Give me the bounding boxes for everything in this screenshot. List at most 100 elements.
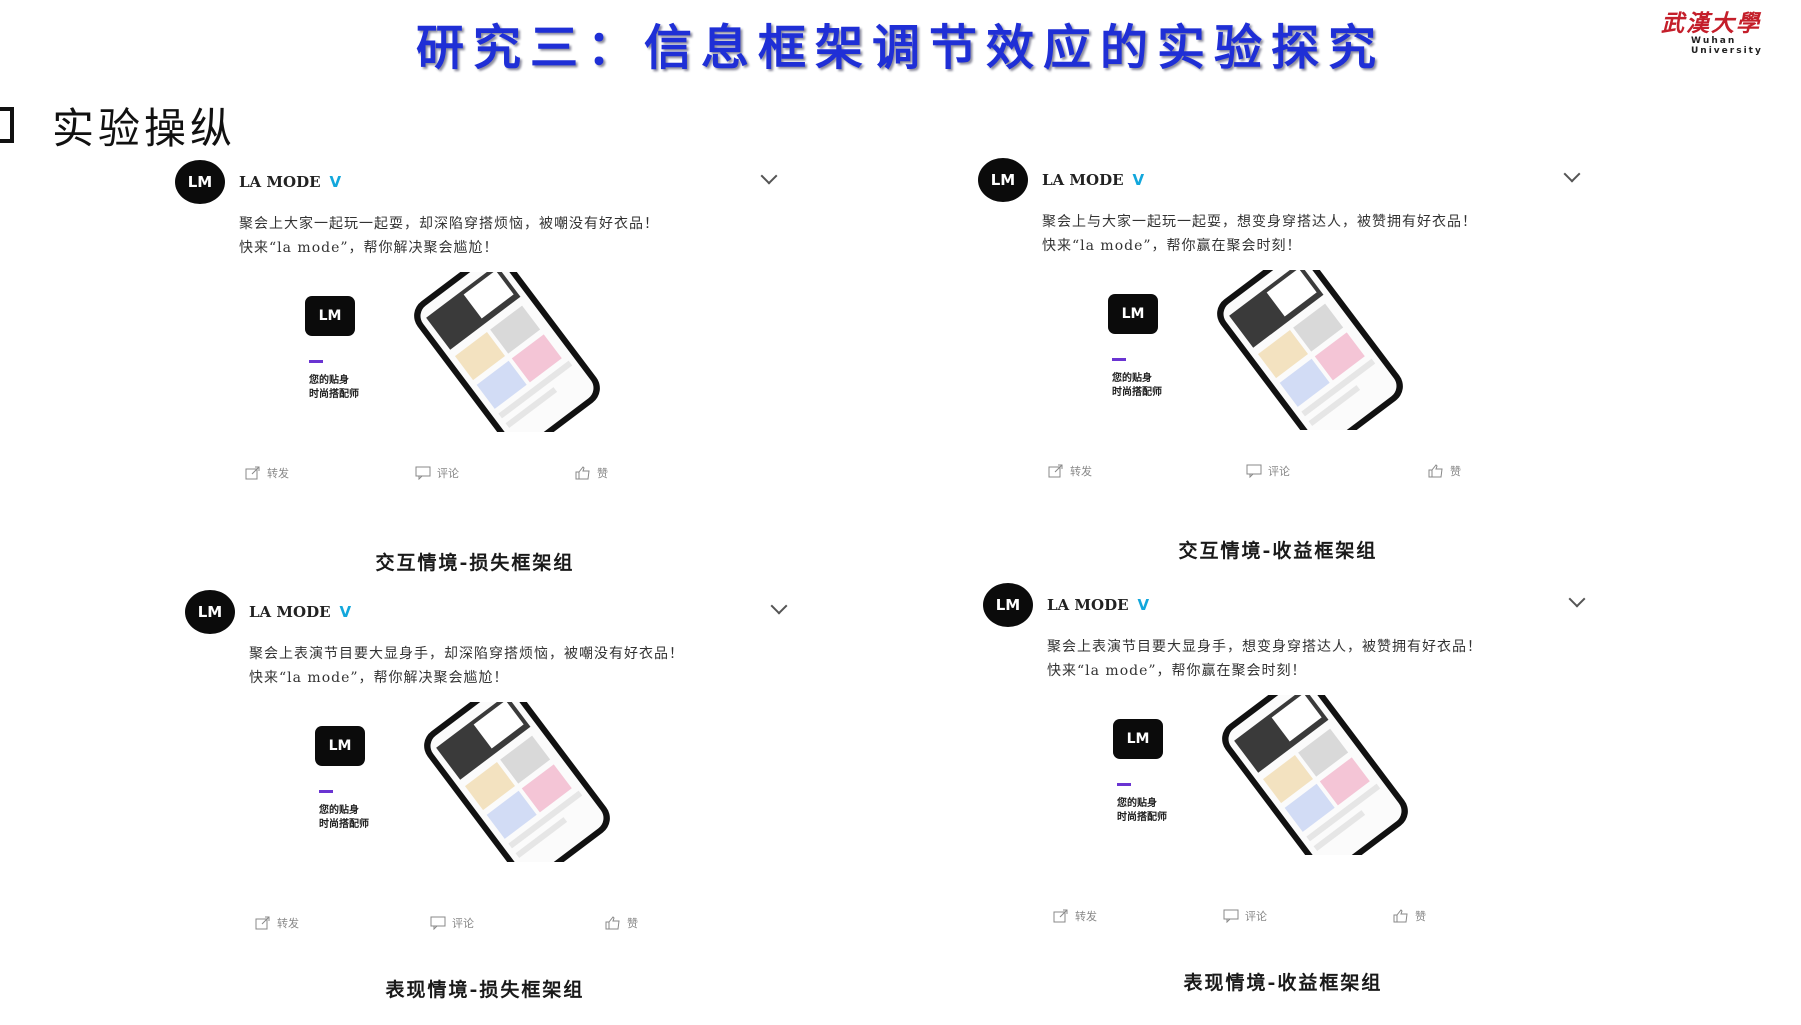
post-header: LM LA MODE V bbox=[185, 590, 788, 634]
comment-label: 评论 bbox=[452, 917, 474, 930]
post-actions: 转发 评论 赞 bbox=[255, 915, 638, 935]
share-label: 转发 bbox=[267, 467, 289, 480]
logo-english: Wuhan University bbox=[1691, 36, 1763, 56]
comment-label: 评论 bbox=[437, 467, 459, 480]
share-icon bbox=[1048, 464, 1063, 478]
post-text: 聚会上与大家一起玩一起耍，想变身穿搭达人，被赞拥有好衣品！ 快来“la mode… bbox=[1042, 210, 1602, 258]
post-panel-interactive-gain: LM LA MODE V 聚会上与大家一起玩一起耍，想变身穿搭达人，被赞拥有好衣… bbox=[978, 158, 1618, 562]
comment-action[interactable]: 评论 bbox=[1246, 463, 1290, 479]
university-logo: 武漢大學 Wuhan University bbox=[1661, 4, 1801, 56]
brand-name[interactable]: LA MODE bbox=[249, 603, 331, 621]
app-logo: LM bbox=[1108, 294, 1158, 334]
comment-label: 评论 bbox=[1245, 910, 1267, 923]
post-actions: 转发 评论 赞 bbox=[1053, 908, 1426, 928]
comment-action[interactable]: 评论 bbox=[430, 915, 474, 931]
share-icon bbox=[245, 466, 260, 480]
square-bullet-icon bbox=[0, 107, 14, 143]
share-label: 转发 bbox=[1070, 465, 1092, 478]
post-text-line-1: 聚会上与大家一起玩一起耍，想变身穿搭达人，被赞拥有好衣品！ bbox=[1042, 214, 1477, 230]
post-text-line-1: 聚会上表演节目要大显身手，想变身穿搭达人，被赞拥有好衣品！ bbox=[1047, 639, 1482, 655]
avatar[interactable]: LM bbox=[983, 583, 1033, 627]
panel-caption: 表现情境-收益框架组 bbox=[1183, 972, 1383, 994]
comment-action[interactable]: 评论 bbox=[415, 465, 459, 481]
thumbs-up-icon bbox=[1393, 909, 1408, 923]
tagline: 您的贴身 时尚搭配师 bbox=[1117, 797, 1207, 825]
section-label: 实验操纵 bbox=[52, 103, 237, 153]
panel-caption: 表现情境-损失框架组 bbox=[385, 979, 585, 1001]
comment-action[interactable]: 评论 bbox=[1223, 908, 1267, 924]
post-text-line-2: 快来“la mode”，帮你赢在聚会时刻！ bbox=[1042, 238, 1302, 254]
slide-title: 研究三：信息框架调节效应的实验探究 bbox=[415, 20, 1385, 76]
thumbs-up-icon bbox=[1428, 464, 1443, 478]
tagline-line-2: 时尚搭配师 bbox=[1117, 812, 1167, 823]
phone-mockup-image bbox=[1222, 695, 1408, 855]
like-action[interactable]: 赞 bbox=[605, 915, 638, 931]
like-action[interactable]: 赞 bbox=[575, 465, 608, 481]
tagline: 您的贴身 时尚搭配师 bbox=[1112, 372, 1202, 400]
phone-mockup-image bbox=[1217, 270, 1403, 430]
verified-icon: V bbox=[329, 173, 342, 191]
avatar[interactable]: LM bbox=[978, 158, 1028, 202]
tagline-line-2: 时尚搭配师 bbox=[1112, 387, 1162, 398]
verified-icon: V bbox=[339, 603, 352, 621]
post-text-line-2: 快来“la mode”，帮你解决聚会尴尬！ bbox=[239, 240, 499, 256]
phone-mockup-image bbox=[414, 272, 600, 432]
post-panel-performance-loss: LM LA MODE V 聚会上表演节目要大显身手，却深陷穿搭烦恼，被嘲没有好衣… bbox=[185, 590, 825, 1001]
like-label: 赞 bbox=[1450, 465, 1461, 478]
like-action[interactable]: 赞 bbox=[1428, 463, 1461, 479]
panel-caption: 交互情境-损失框架组 bbox=[375, 552, 575, 574]
post-text-line-1: 聚会上大家一起玩一起耍，却深陷穿搭烦恼，被嘲没有好衣品！ bbox=[239, 216, 659, 232]
comment-icon bbox=[430, 916, 446, 930]
thumbs-up-icon bbox=[575, 466, 590, 480]
accent-bar bbox=[319, 790, 333, 793]
phone-mockup-image bbox=[424, 702, 610, 862]
avatar[interactable]: LM bbox=[185, 590, 235, 634]
share-label: 转发 bbox=[1075, 910, 1097, 923]
share-icon bbox=[255, 916, 270, 930]
tagline-line-1: 您的贴身 bbox=[309, 375, 349, 386]
section-heading: 实验操纵 bbox=[0, 95, 236, 155]
share-label: 转发 bbox=[277, 917, 299, 930]
share-icon bbox=[1053, 909, 1068, 923]
accent-bar bbox=[309, 360, 323, 363]
share-action[interactable]: 转发 bbox=[255, 915, 299, 931]
post-header: LM LA MODE V bbox=[978, 158, 1581, 202]
brand-name[interactable]: LA MODE bbox=[1047, 596, 1129, 614]
post-actions: 转发 评论 赞 bbox=[245, 465, 608, 485]
like-label: 赞 bbox=[1415, 910, 1426, 923]
post-header: LM LA MODE V bbox=[983, 583, 1586, 627]
share-action[interactable]: 转发 bbox=[245, 465, 289, 481]
post-text-line-2: 快来“la mode”，帮你解决聚会尴尬！ bbox=[249, 670, 509, 686]
verified-icon: V bbox=[1132, 171, 1145, 189]
brand-name[interactable]: LA MODE bbox=[1042, 171, 1124, 189]
post-header: LM LA MODE V bbox=[175, 160, 778, 204]
brand-name[interactable]: LA MODE bbox=[239, 173, 321, 191]
chevron-down-icon[interactable] bbox=[770, 597, 788, 615]
share-action[interactable]: 转发 bbox=[1048, 463, 1092, 479]
like-label: 赞 bbox=[597, 467, 608, 480]
like-label: 赞 bbox=[627, 917, 638, 930]
post-text: 聚会上大家一起玩一起耍，却深陷穿搭烦恼，被嘲没有好衣品！ 快来“la mode”… bbox=[239, 212, 799, 260]
tagline: 您的贴身 时尚搭配师 bbox=[319, 804, 409, 832]
tagline-line-2: 时尚搭配师 bbox=[309, 389, 359, 400]
post-panel-performance-gain: LM LA MODE V 聚会上表演节目要大显身手，想变身穿搭达人，被赞拥有好衣… bbox=[983, 583, 1623, 994]
thumbs-up-icon bbox=[605, 916, 620, 930]
post-text: 聚会上表演节目要大显身手，却深陷穿搭烦恼，被嘲没有好衣品！ 快来“la mode… bbox=[249, 642, 809, 690]
post-panel-interactive-loss: LM LA MODE V 聚会上大家一起玩一起耍，却深陷穿搭烦恼，被嘲没有好衣品… bbox=[175, 160, 815, 574]
share-action[interactable]: 转发 bbox=[1053, 908, 1097, 924]
comment-icon bbox=[415, 466, 431, 480]
post-text: 聚会上表演节目要大显身手，想变身穿搭达人，被赞拥有好衣品！ 快来“la mode… bbox=[1047, 635, 1607, 683]
chevron-down-icon[interactable] bbox=[1563, 165, 1581, 183]
chevron-down-icon[interactable] bbox=[1568, 590, 1586, 608]
avatar[interactable]: LM bbox=[175, 160, 225, 204]
tagline-line-1: 您的贴身 bbox=[1117, 798, 1157, 809]
verified-icon: V bbox=[1137, 596, 1150, 614]
post-text-line-1: 聚会上表演节目要大显身手，却深陷穿搭烦恼，被嘲没有好衣品！ bbox=[249, 646, 684, 662]
comment-label: 评论 bbox=[1268, 465, 1290, 478]
like-action[interactable]: 赞 bbox=[1393, 908, 1426, 924]
chevron-down-icon[interactable] bbox=[760, 167, 778, 185]
accent-bar bbox=[1117, 783, 1131, 786]
logo-chinese: 武漢大學 bbox=[1661, 10, 1761, 37]
app-logo: LM bbox=[305, 296, 355, 336]
post-actions: 转发 评论 赞 bbox=[1048, 463, 1461, 483]
